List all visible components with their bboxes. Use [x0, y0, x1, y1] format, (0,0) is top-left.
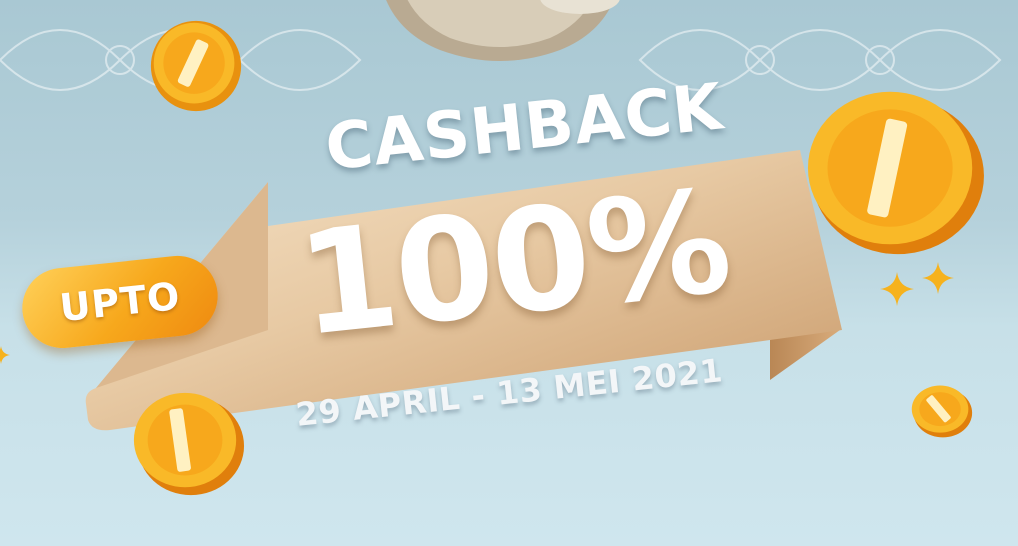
upto-badge-label: UPTO	[57, 273, 183, 331]
coin-icon	[911, 385, 973, 438]
coin-icon	[133, 392, 245, 496]
sparkle-icon	[880, 272, 914, 306]
sparkle-icon	[922, 262, 954, 294]
sparkle-icon	[0, 346, 10, 364]
coin-icon	[807, 91, 984, 255]
promo-banner: CASHBACK 100% UPTO 29 APRIL - 13 MEI 202…	[0, 0, 1018, 546]
coin-icon	[150, 20, 242, 112]
cashback-amount: 100%	[290, 159, 737, 369]
